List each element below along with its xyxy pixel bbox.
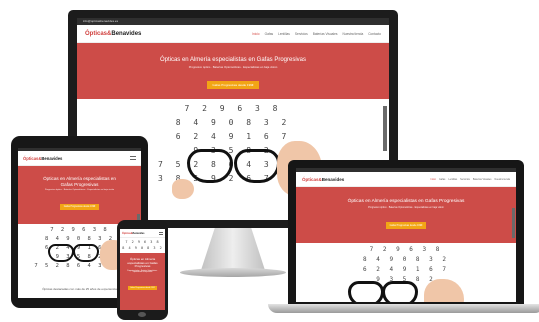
nav-item-baterias[interactable]: Baterías Visuales [313, 32, 338, 36]
chart-row: 6 2 4 9 1 6 7 [363, 266, 449, 273]
hero-banner: Ópticas en Almería especialistas en Gafa… [77, 43, 389, 99]
site-topbar: info@opticasbenavides.es [77, 18, 389, 25]
logo-prefix: Ópticas [23, 155, 39, 161]
glasses-icon [187, 149, 233, 183]
logo-prefix: Ópticas [122, 231, 131, 235]
nav-item-gafas[interactable]: Gafas [265, 32, 274, 36]
monitor-stand [201, 228, 265, 270]
glasses-icon [348, 281, 384, 302]
hamburger-menu-icon[interactable] [159, 231, 163, 235]
eye-chart-image: 7 2 9 6 3 8 8 4 9 0 8 3 2 6 2 4 9 1 6 7 … [296, 243, 516, 302]
hand-image [172, 179, 194, 199]
nav-item-lentillas[interactable]: Lentillas [448, 178, 457, 181]
hero-subtitle: Progresivo óptico · Baterías Optométrica… [368, 206, 444, 209]
nav-item-tienda[interactable]: Nuestra tienda [494, 178, 510, 181]
nav-item-baterias[interactable]: Baterías Visuales [473, 178, 492, 181]
hero-title: Ópticas en Almería especialistas en Gafa… [127, 257, 158, 269]
monitor-base [180, 268, 286, 277]
logo-name: Benavides [132, 231, 145, 235]
laptop-base [268, 304, 539, 313]
nav-item-inicio[interactable]: Inicio [430, 178, 436, 181]
hero-cta-button[interactable]: Gafas Progresivas desde 199€ [207, 81, 259, 89]
chart-row: 7 2 9 6 3 8 [125, 240, 160, 244]
phone-screen: Ópticas&Benavides 7 2 9 6 3 8 8 4 9 0 8 … [120, 229, 165, 310]
site-header: Ópticas&Benavides Inicio Gafas Lentillas… [296, 172, 516, 187]
site-logo[interactable]: Ópticas&Benavides [23, 156, 62, 161]
nav-item-lentillas[interactable]: Lentillas [278, 32, 290, 36]
phone-mockup: Ópticas&Benavides 7 2 9 6 3 8 8 4 9 0 8 … [117, 220, 168, 320]
side-scroll-widget[interactable] [383, 106, 387, 151]
hero-banner: Ópticas en Almería especialistas en Gafa… [18, 166, 141, 224]
contact-email: info@opticasbenavides.es [83, 19, 119, 23]
nav-item-servicios[interactable]: Servicios [460, 178, 470, 181]
nav-item-tienda[interactable]: Nuestra tienda [343, 32, 364, 36]
eye-chart-image: 7 2 9 6 3 8 8 4 9 0 8 3 2 [120, 238, 165, 253]
chart-row: 8 4 9 0 8 3 2 [122, 246, 163, 250]
logo-name: Benavides [111, 30, 142, 37]
hero-cta-button[interactable]: Gafas Progresivas desde 199€ [59, 204, 100, 210]
hero-cta-button[interactable]: Gafas Progresivas desde 199€ [385, 222, 427, 229]
hero-cta-button[interactable]: Gafas Progresivas desde 199€ [128, 285, 157, 290]
logo-prefix: Ópticas [85, 30, 108, 37]
hero-subtitle: Progresivo óptico · Baterías Optométrica… [188, 65, 278, 69]
chart-row: 7 2 9 6 3 8 [369, 246, 443, 253]
site-logo[interactable]: Ópticas&Benavides [302, 177, 344, 182]
side-scroll-widget[interactable] [512, 208, 515, 238]
chart-row: 8 4 9 0 8 3 2 [175, 118, 291, 127]
laptop-screen: Ópticas&Benavides Inicio Gafas Lentillas… [296, 168, 516, 302]
nav-item-contacto[interactable]: Contacto [368, 32, 381, 36]
logo-prefix: Ópticas [302, 176, 319, 182]
nav-item-gafas[interactable]: Gafas [439, 178, 445, 181]
glasses-icon [382, 281, 418, 302]
glasses-icon [48, 244, 74, 262]
glasses-icon [73, 244, 99, 262]
hamburger-menu-icon[interactable] [130, 156, 136, 160]
hero-subtitle: Progresivo óptico · Baterías Optométrica… [127, 270, 158, 273]
hero-title: Ópticas en Almería especialistas en Gafa… [159, 57, 307, 63]
site-logo[interactable]: Ópticas&Benavides [85, 31, 141, 37]
laptop-mockup: Ópticas&Benavides Inicio Gafas Lentillas… [288, 160, 524, 306]
site-header: Ópticas&Benavides [120, 229, 165, 238]
chart-row: 7 2 9 6 3 8 [184, 104, 282, 113]
site-logo[interactable]: Ópticas&Benavides [122, 232, 144, 235]
hero-title: Ópticas en Almería especialistas en Gafa… [43, 176, 116, 187]
hero-banner: Ópticas en Almería especialistas en Gafa… [120, 253, 165, 310]
logo-name: Benavides [321, 176, 345, 182]
site-header: Ópticas&Benavides Inicio Gafas Lentillas… [77, 25, 389, 43]
nav-item-servicios[interactable]: Servicios [295, 32, 308, 36]
phone-home-button[interactable] [138, 312, 146, 317]
site-header: Ópticas&Benavides [18, 151, 141, 166]
hero-subtitle: Progresivo óptico · Baterías Optométrica… [44, 189, 115, 191]
main-nav: Inicio Gafas Lentillas Servicios Batería… [427, 178, 510, 181]
hero-banner: Ópticas en Almería especialistas en Gafa… [296, 187, 516, 243]
hero-title: Ópticas en Almería especialistas en Gafa… [347, 199, 465, 204]
main-nav: Inicio Gafas Lentillas Servicios Batería… [247, 32, 381, 36]
glasses-icon [234, 149, 280, 183]
logo-name: Benavides [41, 155, 63, 161]
chart-row: 8 4 9 0 8 3 2 [363, 256, 449, 263]
nav-item-inicio[interactable]: Inicio [252, 32, 259, 36]
